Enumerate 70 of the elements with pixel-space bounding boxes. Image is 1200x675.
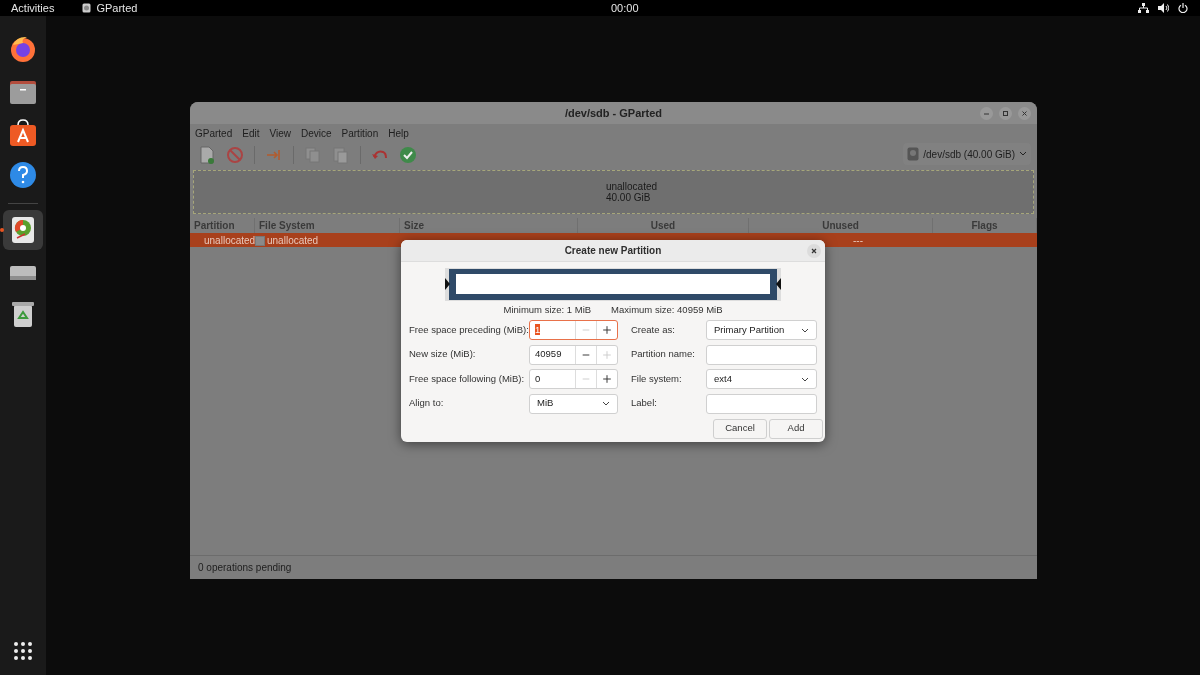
- apply-icon[interactable]: [399, 146, 417, 164]
- menu-item[interactable]: Partition: [341, 125, 379, 141]
- caret-icon: [1019, 151, 1027, 157]
- partition-label: unallocated: [605, 181, 658, 192]
- input-value: 1: [535, 323, 541, 335]
- app-grid-icon[interactable]: [13, 641, 33, 661]
- field-label: Create as:: [631, 322, 676, 337]
- input-value: 40959: [535, 348, 562, 360]
- field-label: Free space following (MiB):: [409, 371, 526, 386]
- column-header[interactable]: File System: [255, 217, 400, 233]
- filesystem-swatch: [255, 235, 265, 246]
- menu-item[interactable]: Help: [388, 125, 409, 141]
- spin-field[interactable]: 1: [529, 320, 618, 340]
- partition-size: 40.00 GiB: [605, 192, 652, 203]
- clock[interactable]: 00:00: [611, 0, 639, 17]
- input-value: 0: [535, 372, 541, 384]
- field-label: New size (MiB):: [409, 347, 477, 362]
- column-header[interactable]: Partition: [190, 217, 255, 233]
- dropdown[interactable]: ext4: [706, 369, 817, 389]
- close-icon[interactable]: [1018, 106, 1031, 120]
- field-label: Partition name:: [631, 347, 696, 362]
- field-label: Free space preceding (MiB):: [409, 322, 529, 337]
- dropdown[interactable]: Primary Partition: [706, 320, 817, 340]
- dialog-title: Create new Partition: [564, 244, 662, 258]
- column-header[interactable]: Used: [578, 217, 749, 233]
- field-label: File system:: [631, 371, 683, 386]
- column-header[interactable]: Flags: [933, 217, 1037, 233]
- dialog-button[interactable]: Add: [769, 418, 823, 439]
- field-label: Label:: [631, 396, 658, 411]
- new-document-icon[interactable]: [198, 146, 216, 164]
- input-field[interactable]: [706, 393, 817, 414]
- app-icon: [82, 3, 92, 13]
- spin-field[interactable]: 0: [529, 369, 618, 389]
- table-cell-text: unallocated: [203, 234, 255, 248]
- menu-item[interactable]: GParted: [195, 125, 233, 141]
- spin-field[interactable]: 40959: [529, 344, 618, 365]
- app-menu[interactable]: GParted: [96, 0, 138, 17]
- window-title: /dev/sdb - GParted: [564, 105, 663, 121]
- device-selector[interactable]: /dev/sdb (40.00 GiB): [903, 143, 1031, 165]
- minimum-size-text: Minimum size: 1 MiB: [503, 303, 592, 318]
- maximize-icon[interactable]: [999, 106, 1012, 120]
- menu-item[interactable]: Edit: [242, 125, 260, 141]
- menu-item[interactable]: Device: [301, 125, 332, 141]
- network-icon[interactable]: [1138, 3, 1149, 13]
- caret-icon: [801, 376, 809, 382]
- dropdown[interactable]: MiB: [529, 393, 618, 414]
- menu-item[interactable]: View: [269, 125, 291, 141]
- dialog-button[interactable]: Cancel: [713, 418, 767, 439]
- power-icon[interactable]: [1178, 3, 1188, 13]
- size-slider-drawing[interactable]: [445, 268, 781, 301]
- maximum-size-text: Maximum size: 40959 MiB: [611, 303, 723, 318]
- activities-button[interactable]: Activities: [11, 0, 55, 17]
- column-header[interactable]: Size: [400, 217, 578, 233]
- table-cell-text: ---: [852, 234, 864, 248]
- firefox-icon[interactable]: [9, 35, 37, 63]
- disk-gauge-icon[interactable]: [9, 216, 37, 244]
- table-cell-text: unallocated: [267, 234, 319, 248]
- column-header[interactable]: Unused: [749, 217, 933, 233]
- running-indicator: [0, 228, 4, 232]
- volume-icon[interactable]: [1158, 3, 1169, 13]
- minimize-icon[interactable]: [980, 106, 993, 120]
- caret-icon: [801, 327, 809, 333]
- status-bar-text: 0 operations pending: [198, 561, 292, 575]
- field-label: Align to:: [409, 396, 445, 411]
- help-icon[interactable]: [9, 161, 37, 189]
- shopping-bag-icon[interactable]: [9, 119, 37, 147]
- trash-icon[interactable]: [9, 300, 37, 328]
- input-field[interactable]: [706, 344, 817, 365]
- caret-icon: [602, 401, 610, 406]
- close-icon[interactable]: [807, 243, 821, 258]
